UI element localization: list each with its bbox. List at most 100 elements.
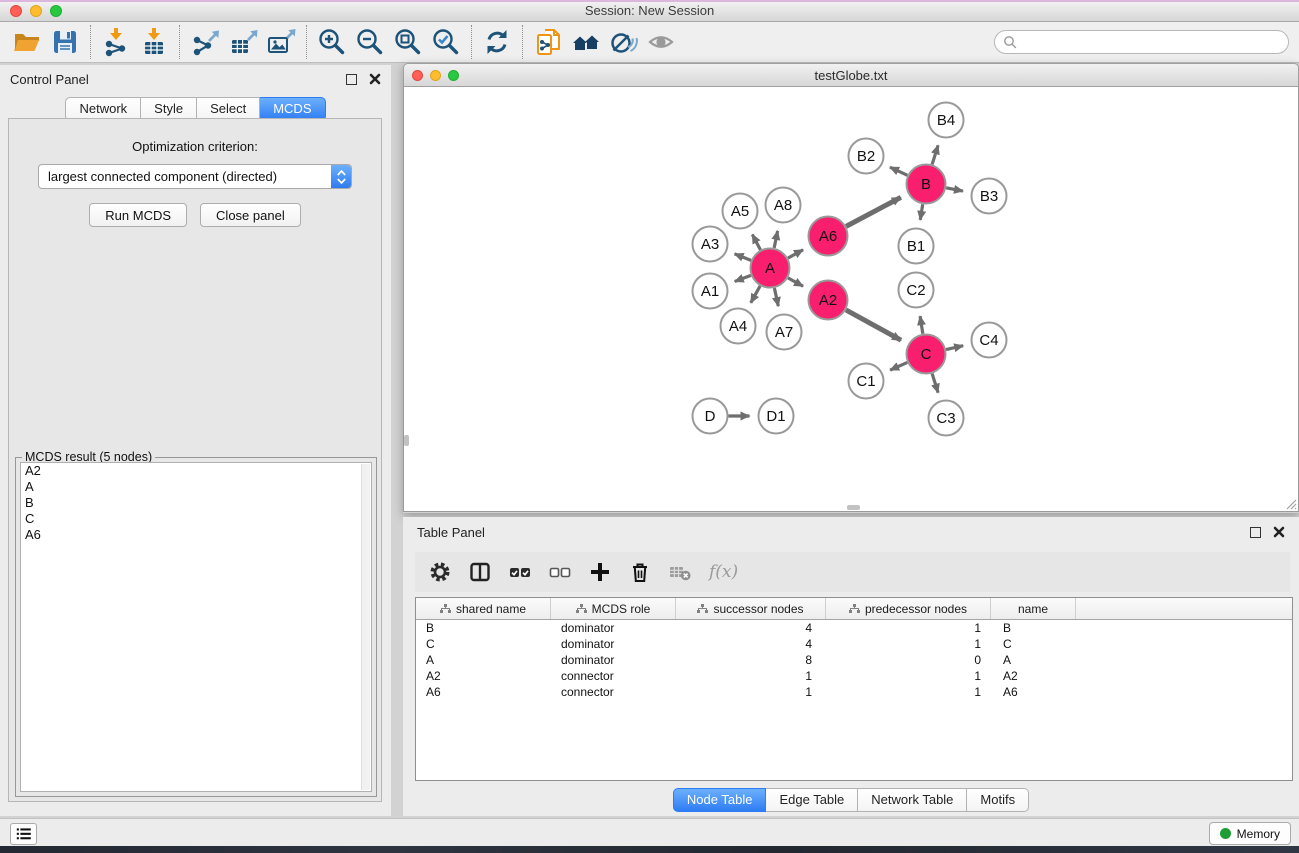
export-image-button[interactable] — [262, 25, 300, 59]
network-window-titlebar[interactable]: testGlobe.txt — [403, 63, 1299, 87]
graph-node-A8[interactable]: A8 — [766, 188, 801, 223]
run-mcds-button[interactable]: Run MCDS — [89, 203, 187, 227]
graph-node-B1[interactable]: B1 — [899, 229, 934, 264]
float-panel-icon[interactable] — [346, 74, 357, 85]
cell-successor-nodes[interactable]: 1 — [676, 684, 826, 700]
import-network-button[interactable] — [97, 25, 135, 59]
delete-column-button[interactable] — [627, 559, 653, 585]
table-row[interactable]: A6 connector 1 1 A6 — [416, 684, 1292, 700]
float-table-panel-icon[interactable] — [1250, 527, 1261, 538]
cell-shared-name[interactable]: C — [416, 636, 551, 652]
cell-successor-nodes[interactable]: 4 — [676, 636, 826, 652]
refresh-view-button[interactable] — [478, 25, 516, 59]
deselect-all-button[interactable] — [547, 559, 573, 585]
cell-successor-nodes[interactable]: 4 — [676, 620, 826, 636]
select-all-button[interactable] — [507, 559, 533, 585]
memory-button[interactable]: Memory — [1209, 822, 1291, 845]
graph-node-A6[interactable]: A6 — [809, 217, 848, 256]
graph-node-D1[interactable]: D1 — [759, 399, 794, 434]
list-item[interactable]: C — [21, 511, 371, 527]
graph-edge-C-C4[interactable] — [946, 346, 963, 350]
cell-predecessor-nodes[interactable]: 1 — [826, 684, 991, 700]
cell-name[interactable]: A — [991, 652, 1076, 668]
graph-edge-B-B2[interactable] — [890, 167, 907, 175]
search-input[interactable] — [1022, 35, 1280, 49]
column-header-mcds-role[interactable]: MCDS role — [551, 598, 676, 619]
column-header-predecessor-nodes[interactable]: predecessor nodes — [826, 598, 991, 619]
cell-shared-name[interactable]: B — [416, 620, 551, 636]
graph-edge-A-A1[interactable] — [735, 275, 751, 281]
graph-node-C3[interactable]: C3 — [929, 401, 964, 436]
tab-edge-table[interactable]: Edge Table — [766, 788, 858, 812]
horizontal-scrollbar-thumb[interactable] — [847, 505, 860, 510]
graph-edge-B-B4[interactable] — [932, 145, 938, 164]
copy-network-button[interactable] — [529, 25, 567, 59]
zoom-out-button[interactable] — [351, 25, 389, 59]
zoom-in-button[interactable] — [313, 25, 351, 59]
list-scrollbar[interactable] — [361, 464, 370, 790]
graph-node-C1[interactable]: C1 — [849, 364, 884, 399]
cell-shared-name[interactable]: A2 — [416, 668, 551, 684]
vertical-scrollbar-thumb[interactable] — [404, 435, 409, 446]
graph-edge-A-A8[interactable] — [774, 231, 778, 248]
table-settings-button[interactable] — [427, 559, 453, 585]
cell-name[interactable]: C — [991, 636, 1076, 652]
cell-predecessor-nodes[interactable]: 1 — [826, 668, 991, 684]
tab-motifs[interactable]: Motifs — [967, 788, 1029, 812]
graph-node-B3[interactable]: B3 — [972, 179, 1007, 214]
cell-mcds-role[interactable]: dominator — [551, 636, 676, 652]
network-canvas[interactable]: B4B2BB3A8A5A6B1A3AA1C2A2A4A7C4CC1C3DD1 — [403, 87, 1299, 512]
table-row[interactable]: A2 connector 1 1 A2 — [416, 668, 1292, 684]
cell-name[interactable]: A2 — [991, 668, 1076, 684]
export-table-button[interactable] — [224, 25, 262, 59]
resize-grip-icon[interactable] — [1283, 496, 1297, 510]
optimization-criterion-select[interactable]: largest connected component (directed) — [38, 164, 352, 189]
graph-edge-A6-B[interactable] — [846, 197, 901, 226]
graph-node-A1[interactable]: A1 — [693, 274, 728, 309]
show-graphics-details-button[interactable] — [643, 25, 681, 59]
column-header-shared-name[interactable]: shared name — [416, 598, 551, 619]
list-item[interactable]: B — [21, 495, 371, 511]
list-item[interactable]: A — [21, 479, 371, 495]
cell-predecessor-nodes[interactable]: 0 — [826, 652, 991, 668]
tab-node-table[interactable]: Node Table — [673, 788, 767, 812]
list-item[interactable]: A6 — [21, 527, 371, 543]
graph-edge-A2-C[interactable] — [846, 310, 901, 340]
delete-table-button[interactable] — [667, 559, 693, 585]
graph-node-A3[interactable]: A3 — [693, 227, 728, 262]
table-row[interactable]: B dominator 4 1 B — [416, 620, 1292, 636]
cell-mcds-role[interactable]: dominator — [551, 652, 676, 668]
cell-successor-nodes[interactable]: 8 — [676, 652, 826, 668]
home-layout-button[interactable] — [567, 25, 605, 59]
close-panel-button[interactable]: Close panel — [200, 203, 301, 227]
table-row[interactable]: C dominator 4 1 C — [416, 636, 1292, 652]
graph-edge-A-A5[interactable] — [752, 234, 760, 249]
add-column-button[interactable] — [587, 559, 613, 585]
first-neighbors-button[interactable] — [605, 25, 643, 59]
function-builder-button[interactable]: f(x) — [707, 562, 738, 582]
cell-name[interactable]: A6 — [991, 684, 1076, 700]
graph-node-A2[interactable]: A2 — [809, 281, 848, 320]
graph-node-B[interactable]: B — [907, 165, 946, 204]
graph-node-B2[interactable]: B2 — [849, 139, 884, 174]
graph-edge-A-A6[interactable] — [788, 250, 803, 258]
export-network-button[interactable] — [186, 25, 224, 59]
graph-node-C[interactable]: C — [907, 335, 946, 374]
graph-edge-B-B1[interactable] — [920, 204, 923, 220]
table-row[interactable]: A dominator 8 0 A — [416, 652, 1292, 668]
import-table-button[interactable] — [135, 25, 173, 59]
graph-node-A5[interactable]: A5 — [723, 194, 758, 229]
graph-node-A7[interactable]: A7 — [767, 315, 802, 350]
graph-node-C2[interactable]: C2 — [899, 273, 934, 308]
graph-edge-A-A2[interactable] — [788, 278, 803, 286]
column-header-name[interactable]: name — [991, 598, 1076, 619]
save-session-button[interactable] — [46, 25, 84, 59]
graph-edge-C-C3[interactable] — [932, 374, 938, 393]
graph-node-B4[interactable]: B4 — [929, 103, 964, 138]
open-session-button[interactable] — [8, 25, 46, 59]
cell-mcds-role[interactable]: connector — [551, 684, 676, 700]
mcds-result-list[interactable]: A2 A B C A6 — [20, 462, 372, 792]
close-table-panel-icon[interactable] — [1273, 526, 1285, 538]
zoom-selected-button[interactable] — [427, 25, 465, 59]
graph-edge-C-C1[interactable] — [890, 362, 907, 370]
